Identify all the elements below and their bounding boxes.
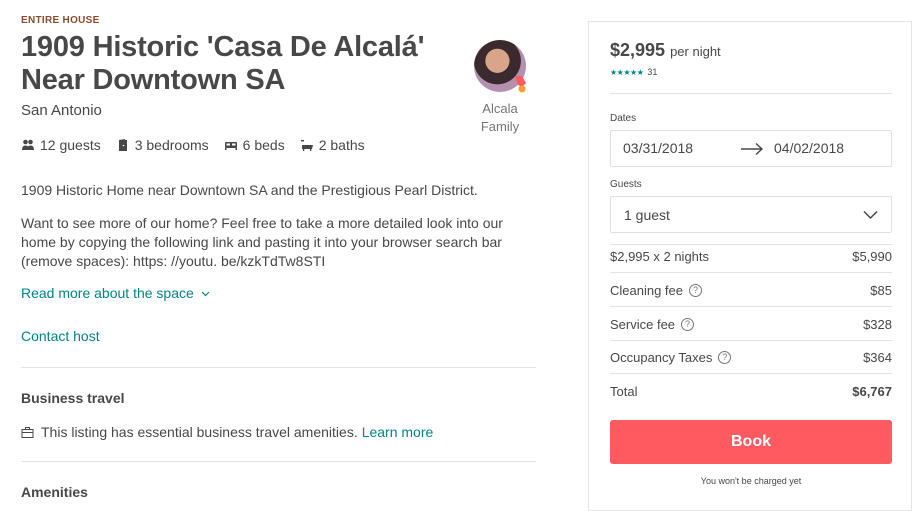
price-line-label: $2,995 x 2 nights [610,249,710,264]
listing-city[interactable]: San Antonio [21,102,102,119]
read-more-link[interactable]: Read more about the space [21,285,210,301]
baths-feature: 2 baths [300,137,365,153]
checkin-date[interactable]: 03/31/2018 [623,140,693,156]
arrow-right-icon [741,142,764,156]
price-line-nights: $2,995 x 2 nights $5,990 [610,249,892,264]
section-divider [21,461,536,462]
price-line-value: $364 [863,350,892,365]
section-divider [21,367,536,368]
property-type: ENTIRE HOUSE [21,15,100,26]
listing-description: 1909 Historic Home near Downtown SA and … [21,181,541,285]
total-value: $6,767 [852,384,892,399]
per-night-label: per night [670,44,721,59]
briefcase-icon [21,426,34,438]
nightly-price: $2,995 per night [610,40,721,61]
guests-count: 12 guests [40,137,101,153]
price-line-label: Cleaning fee? [610,283,702,298]
total-label: Total [610,384,638,399]
business-travel-text: This listing has essential business trav… [41,424,358,440]
bed-icon [224,142,237,150]
card-divider [610,340,892,341]
charge-note: You won't be charged yet [700,476,802,486]
book-button[interactable]: Book [610,420,892,464]
price-amount: $2,995 [610,40,666,60]
host-name[interactable]: Alcala Family [472,100,528,136]
guests-select[interactable]: 1 guest [610,196,892,233]
rating[interactable]: ★★★★★ 31 [610,67,657,77]
price-total: Total $6,767 [610,384,892,399]
business-travel-info: This listing has essential business trav… [21,424,433,440]
review-count[interactable]: 31 [647,67,657,77]
contact-host-link[interactable]: Contact host [21,328,100,344]
guests-icon [22,139,34,150]
business-travel-heading: Business travel [21,390,125,406]
card-divider [610,272,892,273]
host-avatar[interactable] [474,40,526,93]
description-paragraph: Want to see more of our home? Feel free … [21,215,503,269]
amenities-heading: Amenities [21,484,88,500]
price-line-taxes: Occupancy Taxes? $364 [610,350,892,365]
listing-details: ENTIRE HOUSE 1909 Historic 'Casa De Alca… [21,0,536,511]
price-line-label: Occupancy Taxes? [610,350,732,365]
bedrooms-count: 3 bedrooms [134,137,209,153]
price-line-value: $85 [870,283,892,298]
card-divider [610,244,892,245]
card-divider [610,306,892,307]
price-line-value: $328 [863,317,892,332]
superhost-badge-icon [515,76,526,93]
door-icon [118,139,127,151]
guests-feature: 12 guests [21,137,101,153]
help-icon[interactable]: ? [689,284,702,297]
bathtub-icon [300,140,313,151]
bedrooms-feature: 3 bedrooms [116,137,209,153]
beds-count: 6 beds [242,137,285,153]
dates-label: Dates [610,113,637,124]
read-more-label[interactable]: Read more about the space [21,285,194,301]
help-icon[interactable]: ? [681,318,695,331]
listing-title: 1909 Historic 'Casa De Alcalá' Near Down… [21,31,425,96]
price-line-value: $5,990 [852,249,892,264]
listing-features: 12 guests 3 bedrooms 6 beds 2 baths [21,137,380,153]
description-paragraph: 1909 Historic Home near Downtown SA and … [21,182,478,198]
guests-label: Guests [610,179,642,190]
card-divider [610,93,892,94]
learn-more-link[interactable]: Learn more [362,424,434,440]
card-divider [610,373,892,374]
checkout-date[interactable]: 04/02/2018 [774,140,844,156]
guests-value[interactable]: 1 guest [624,207,670,223]
baths-count: 2 baths [318,137,365,153]
booking-card: $2,995 per night ★★★★★ 31 Dates 03/31/20… [588,21,912,511]
host-profile[interactable]: Alcala Family [472,40,528,136]
price-line-service: Service fee? $328 [610,317,892,332]
beds-feature: 6 beds [224,137,285,153]
date-range-picker[interactable]: 03/31/2018 04/02/2018 [610,130,892,167]
price-line-label: Service fee? [610,317,695,332]
chevron-down-icon [863,210,878,220]
price-line-cleaning: Cleaning fee? $85 [610,283,892,298]
star-rating-icon: ★★★★★ [610,67,644,77]
chevron-down-icon [201,291,210,296]
help-icon[interactable]: ? [718,351,732,364]
